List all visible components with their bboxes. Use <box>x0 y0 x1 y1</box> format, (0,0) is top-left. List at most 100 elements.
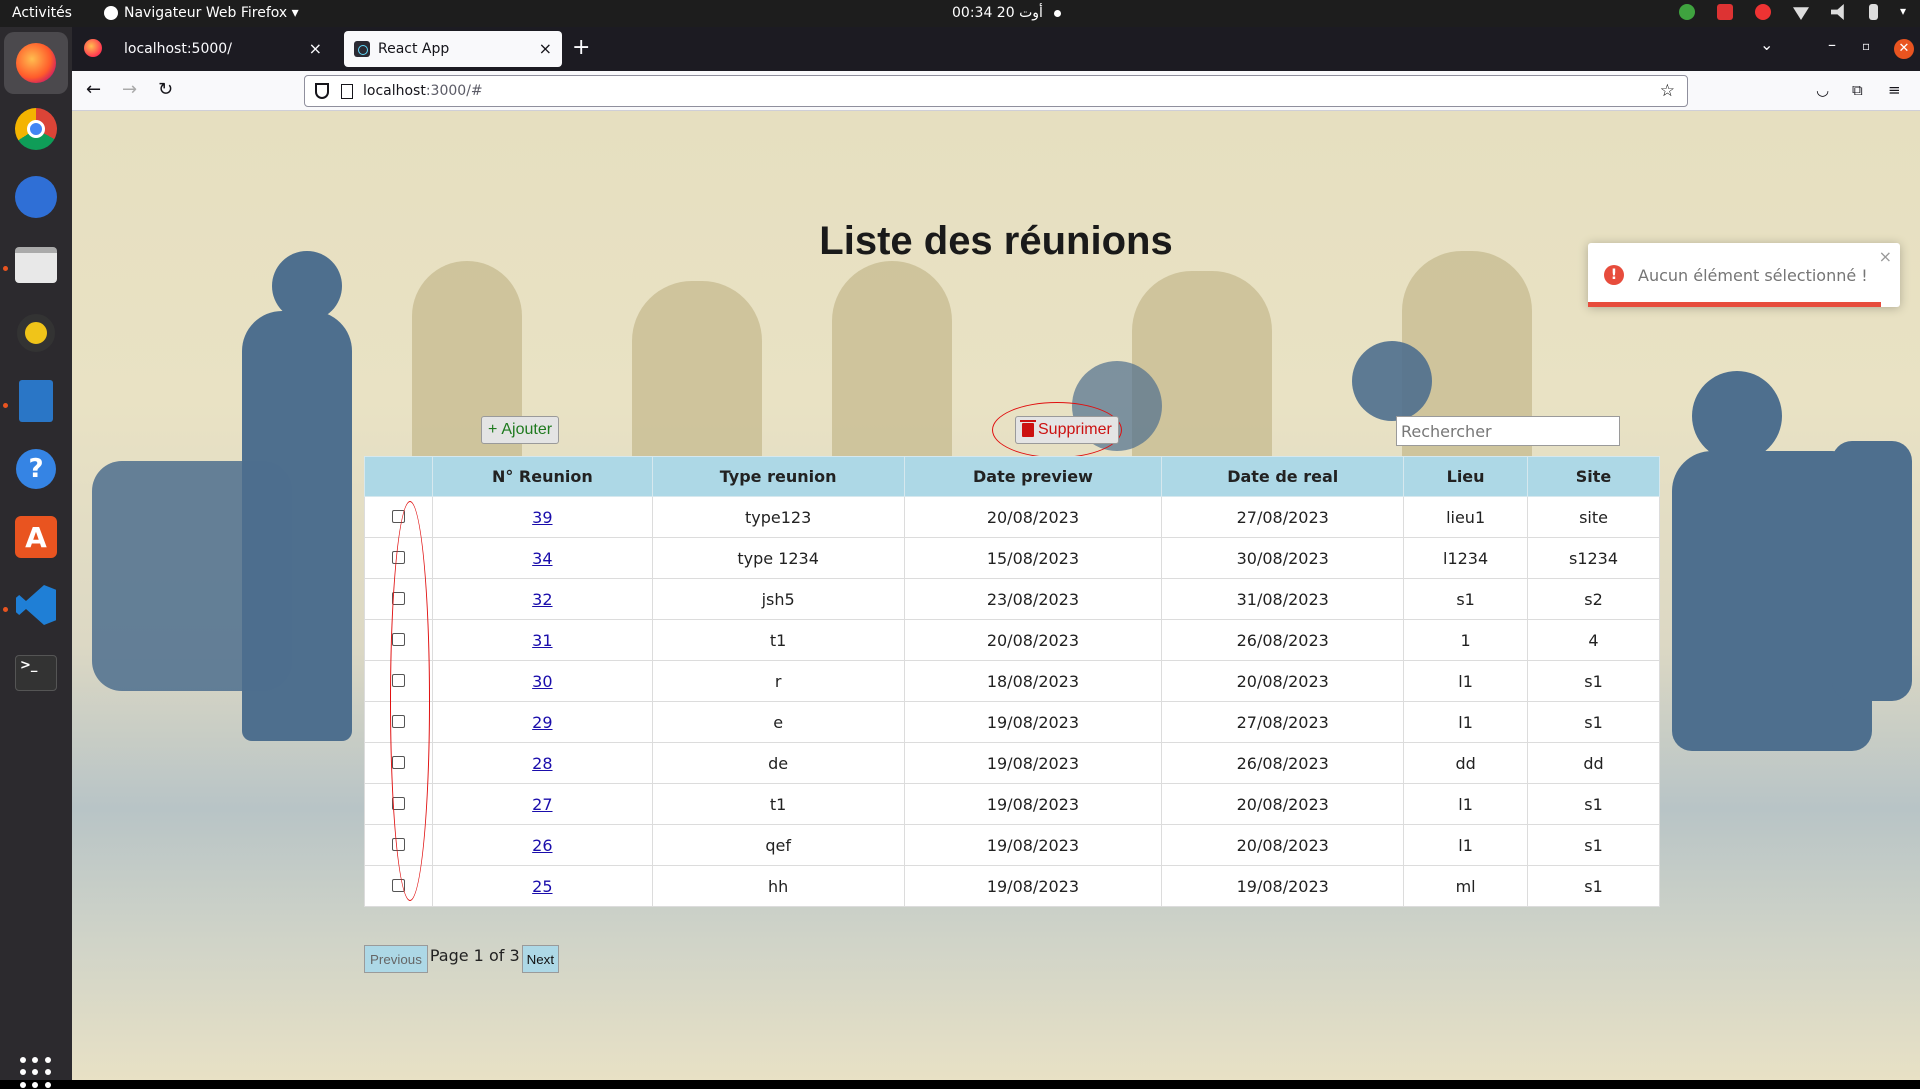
chrome-icon <box>15 108 57 150</box>
cell-lieu: l1234 <box>1403 537 1529 579</box>
url-bar[interactable]: localhost :3000/# ☆ <box>304 75 1688 107</box>
meeting-number-link[interactable]: 27 <box>532 795 552 814</box>
cell-site: s1 <box>1527 701 1660 743</box>
forward-icon[interactable]: → <box>122 79 137 100</box>
close-toast-icon[interactable]: × <box>1879 247 1892 266</box>
dock-vscode[interactable] <box>12 581 60 629</box>
restore-icon[interactable]: ▫ <box>1862 39 1870 53</box>
error-icon: ! <box>1604 265 1624 285</box>
table-header-row: N° Reunion Type reunion Date preview Dat… <box>364 456 1660 497</box>
dock-chrome[interactable] <box>12 105 60 153</box>
cell-date-preview: 19/08/2023 <box>903 701 1163 743</box>
meeting-number-link[interactable]: 28 <box>532 754 552 773</box>
pocket-icon[interactable]: ◡ <box>1816 81 1829 99</box>
cell-lieu: dd <box>1403 742 1529 784</box>
table-row: 31 t1 20/08/2023 26/08/2023 1 4 <box>364 619 1660 661</box>
cell-date-real: 27/08/2023 <box>1161 701 1405 743</box>
security-icon[interactable] <box>1717 4 1733 20</box>
meeting-number-link[interactable]: 25 <box>532 877 552 896</box>
extensions-icon[interactable]: ⧉ <box>1852 81 1863 99</box>
no-entry-icon[interactable] <box>1755 4 1771 20</box>
cell-date-real: 27/08/2023 <box>1161 496 1405 538</box>
close-window-icon[interactable]: ✕ <box>1894 39 1914 59</box>
column-header-date-real: Date de real <box>1161 456 1405 497</box>
dock: ? A >_ <box>0 27 72 1088</box>
previous-page-button[interactable]: Previous <box>364 945 428 973</box>
meeting-number-link[interactable]: 31 <box>532 631 552 650</box>
cell-date-preview: 19/08/2023 <box>903 742 1163 784</box>
terminal-icon: >_ <box>15 655 57 691</box>
cell-date-real: 26/08/2023 <box>1161 742 1405 784</box>
next-page-button[interactable]: Next <box>521 945 560 973</box>
firefox-icon <box>16 43 56 83</box>
cell-date-preview: 19/08/2023 <box>903 824 1163 866</box>
show-applications-icon[interactable] <box>20 1057 52 1089</box>
meeting-number-link[interactable]: 32 <box>532 590 552 609</box>
meeting-number-link[interactable]: 26 <box>532 836 552 855</box>
new-tab-icon[interactable]: + <box>572 35 590 60</box>
app-menu[interactable]: Navigateur Web Firefox ▾ <box>104 5 299 21</box>
activities-button[interactable]: Activités <box>12 5 72 21</box>
firefox-view-icon[interactable] <box>84 39 102 57</box>
bookmark-star-icon[interactable]: ☆ <box>1660 81 1675 101</box>
cell-date-real: 30/08/2023 <box>1161 537 1405 579</box>
close-tab-icon[interactable]: × <box>539 39 552 58</box>
dock-thunderbird[interactable] <box>12 173 60 221</box>
dock-terminal[interactable]: >_ <box>12 649 60 697</box>
cell-date-real: 20/08/2023 <box>1161 783 1405 825</box>
cell-type: t1 <box>651 783 905 825</box>
power-menu-icon[interactable]: ▾ <box>1900 4 1910 20</box>
wifi-icon[interactable] <box>1793 7 1809 20</box>
cell-date-real: 20/08/2023 <box>1161 824 1405 866</box>
column-header-select <box>364 456 433 497</box>
cell-site: 4 <box>1527 619 1660 661</box>
cell-site: s1 <box>1527 660 1660 702</box>
cell-date-preview: 20/08/2023 <box>903 496 1163 538</box>
plus-icon: + <box>488 421 498 438</box>
shield-check-icon[interactable] <box>1679 4 1695 20</box>
column-header-site: Site <box>1527 456 1660 497</box>
volume-icon[interactable] <box>1831 4 1844 20</box>
meeting-number-link[interactable]: 34 <box>532 549 552 568</box>
meeting-number-link[interactable]: 30 <box>532 672 552 691</box>
search-input[interactable] <box>1396 416 1620 446</box>
reload-icon[interactable]: ↻ <box>158 79 173 100</box>
system-top-bar: Activités Navigateur Web Firefox ▾ 00:34… <box>0 0 1920 27</box>
close-tab-icon[interactable]: × <box>309 39 322 58</box>
tab-react-app[interactable]: React App × <box>344 31 562 67</box>
toast-progress-bar <box>1588 302 1882 307</box>
vscode-icon <box>16 585 56 625</box>
delete-button[interactable]: Supprimer <box>1015 416 1119 444</box>
column-header-date-preview: Date preview <box>903 456 1163 497</box>
dock-writer[interactable] <box>12 377 60 425</box>
cell-lieu: l1 <box>1403 701 1529 743</box>
clock[interactable]: 00:34 أوت 20 <box>952 5 1043 21</box>
cell-type: e <box>651 701 905 743</box>
dock-files[interactable] <box>12 241 60 289</box>
system-tray[interactable]: ▾ <box>1679 4 1910 20</box>
cell-site: s1234 <box>1527 537 1660 579</box>
app-menu-label: Navigateur Web Firefox ▾ <box>124 5 299 21</box>
dock-software[interactable]: A <box>12 513 60 561</box>
tab-localhost-5000[interactable]: localhost:5000/ × <box>114 31 332 67</box>
cell-date-preview: 18/08/2023 <box>903 660 1163 702</box>
meetings-table: N° Reunion Type reunion Date preview Dat… <box>364 456 1660 907</box>
tracking-protection-icon[interactable] <box>315 83 329 99</box>
add-button-label: Ajouter <box>501 421 553 438</box>
error-toast[interactable]: ! Aucun élément sélectionné ! × <box>1588 243 1900 307</box>
firefox-icon <box>104 6 118 20</box>
meeting-number-link[interactable]: 29 <box>532 713 552 732</box>
minimize-icon[interactable]: – <box>1828 35 1836 54</box>
table-row: 27 t1 19/08/2023 20/08/2023 l1 s1 <box>364 783 1660 825</box>
dock-help[interactable]: ? <box>12 445 60 493</box>
thunderbird-icon <box>15 176 57 218</box>
battery-icon[interactable] <box>1869 4 1878 20</box>
list-tabs-icon[interactable]: ⌄ <box>1760 35 1773 54</box>
dock-firefox[interactable] <box>4 32 68 94</box>
back-icon[interactable]: ← <box>86 79 101 100</box>
add-button[interactable]: + Ajouter <box>481 416 560 444</box>
page-info-icon[interactable] <box>341 83 353 99</box>
menu-icon[interactable]: ≡ <box>1888 81 1901 99</box>
meeting-number-link[interactable]: 39 <box>532 508 552 527</box>
dock-rhythmbox[interactable] <box>12 309 60 357</box>
